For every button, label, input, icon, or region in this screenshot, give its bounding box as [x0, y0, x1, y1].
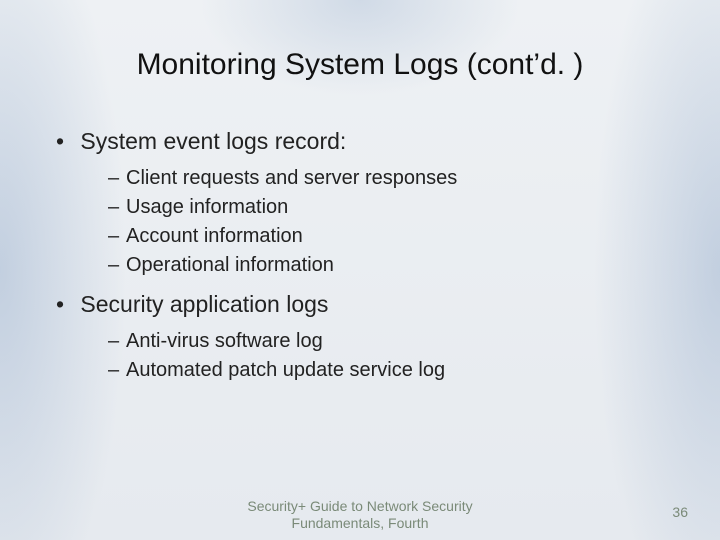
- slide: Monitoring System Logs (cont’d. ) System…: [0, 0, 720, 540]
- list-item: Operational information: [108, 252, 680, 279]
- list-item: System event logs record: Client request…: [48, 126, 680, 279]
- list-item-text: Operational information: [126, 254, 334, 276]
- list-item: Automated patch update service log: [108, 357, 680, 384]
- slide-content: System event logs record: Client request…: [40, 126, 680, 384]
- sub-list: Anti-virus software log Automated patch …: [74, 328, 680, 384]
- list-item-text: System event logs record:: [80, 128, 346, 154]
- list-item: Anti-virus software log: [108, 328, 680, 355]
- list-item-text: Automated patch update service log: [126, 359, 445, 381]
- list-item-text: Security application logs: [80, 291, 328, 317]
- bullet-list: System event logs record: Client request…: [48, 126, 680, 384]
- list-item-text: Anti-virus software log: [126, 330, 323, 352]
- list-item: Account information: [108, 223, 680, 250]
- list-item-text: Account information: [126, 225, 303, 247]
- list-item: Client requests and server responses: [108, 165, 680, 192]
- page-number: 36: [672, 504, 688, 520]
- list-item-text: Usage information: [126, 196, 288, 218]
- footer: Security+ Guide to Network Security Fund…: [0, 492, 720, 540]
- list-item: Usage information: [108, 194, 680, 221]
- list-item-text: Client requests and server responses: [126, 167, 457, 189]
- list-item: Security application logs Anti-virus sof…: [48, 289, 680, 384]
- footer-text: Security+ Guide to Network Security Fund…: [230, 498, 490, 532]
- slide-title: Monitoring System Logs (cont’d. ): [40, 48, 680, 82]
- sub-list: Client requests and server responses Usa…: [74, 165, 680, 279]
